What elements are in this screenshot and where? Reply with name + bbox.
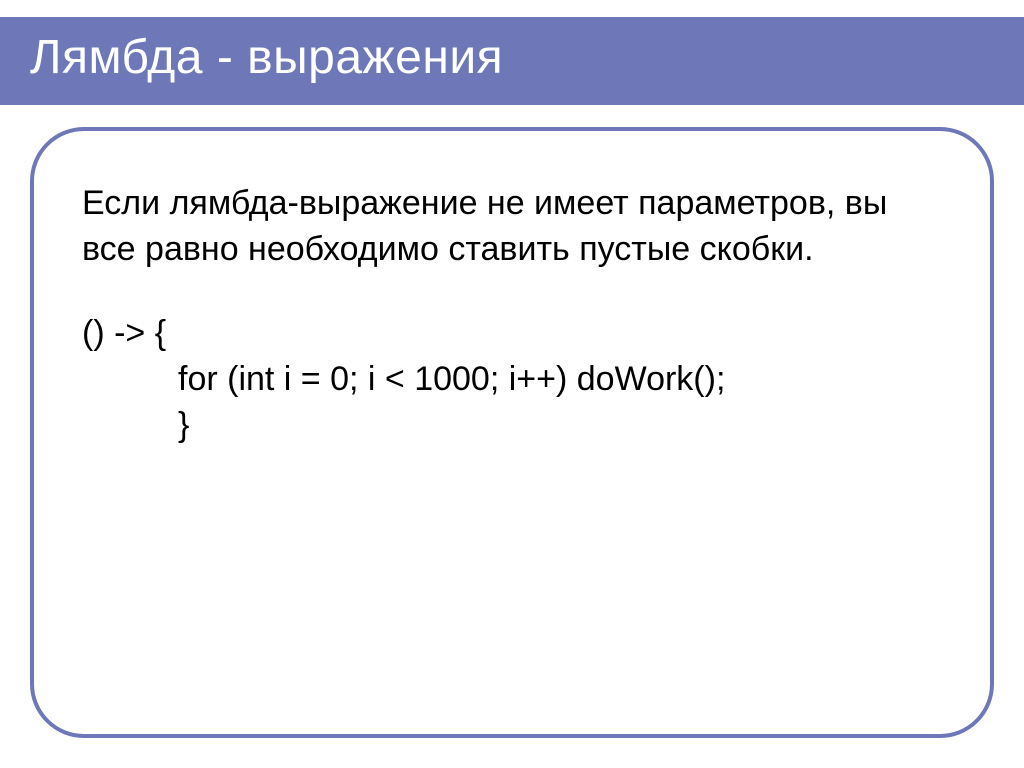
content-frame: Если лямбда-выражение не имеет параметро… — [30, 127, 994, 738]
paragraph-text: Если лямбда-выражение не имеет параметро… — [82, 181, 942, 273]
code-line-1: () -> { — [82, 311, 942, 357]
code-line-2: for (int i = 0; i < 1000; i++) doWork(); — [82, 357, 942, 403]
title-underline — [0, 122, 1024, 125]
slide-title: Лямбда - выражения — [30, 30, 503, 85]
content-body: Если лямбда-выражение не имеет параметро… — [82, 181, 942, 448]
code-line-3: } — [82, 403, 942, 449]
